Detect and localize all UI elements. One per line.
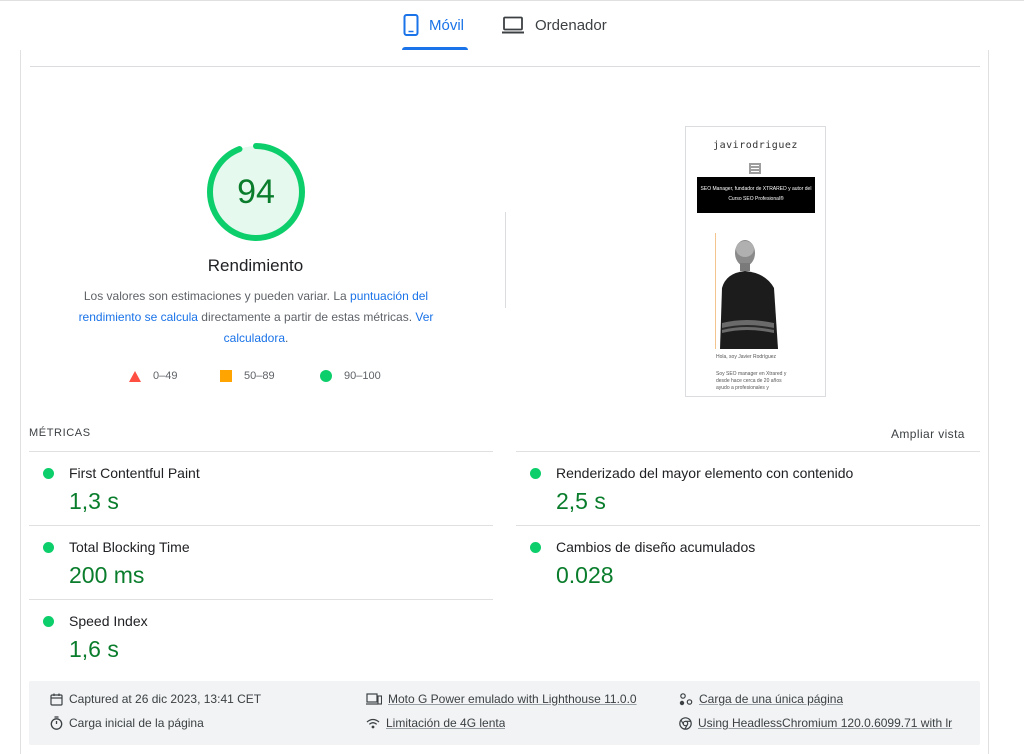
legend-average-label: 50–89 [244, 370, 275, 382]
score-title: Rendimiento [207, 256, 304, 275]
timer-icon [50, 716, 63, 730]
screenshot-banner: SEO Manager, fundador de XTRARED y autor… [697, 177, 815, 213]
pass-dot-icon [43, 468, 54, 479]
device-info[interactable]: Moto G Power emulado with Lighthouse 11.… [366, 692, 637, 706]
nodes-icon [679, 692, 693, 705]
pass-dot-icon [530, 468, 541, 479]
session-info[interactable]: Carga de una única página [679, 692, 843, 706]
expand-view-button[interactable]: Ampliar vista [891, 427, 965, 441]
legend-pass: 90–100 [320, 368, 381, 384]
throttling-info[interactable]: Limitación de 4G lenta [366, 716, 505, 730]
card-divider [30, 66, 980, 67]
score-value: 94 [237, 172, 275, 211]
browser-text: Using HeadlessChromium 120.0.6099.71 wit… [698, 716, 953, 730]
screenshot-greeting: Hola, soy Javier Rodríguez [716, 354, 777, 360]
metric-value: 2,5 s [556, 488, 606, 514]
tab-desktop-label: Ordenador [535, 16, 607, 34]
browser-info[interactable]: Using HeadlessChromium 120.0.6099.71 wit… [679, 716, 955, 730]
devices-icon [366, 693, 382, 705]
metric-name: Cambios de diseño acumulados [556, 539, 756, 555]
square-icon [220, 370, 232, 382]
pass-dot-icon [43, 542, 54, 553]
throttling-text: Limitación de 4G lenta [386, 716, 506, 730]
circle-icon [320, 370, 332, 382]
pass-dot-icon [530, 542, 541, 553]
initial-load-info: Carga inicial de la página [50, 716, 204, 730]
calendar-icon [50, 693, 63, 706]
metric-name: Speed Index [69, 613, 148, 629]
tab-mobile[interactable]: Móvil [403, 0, 464, 50]
metric-lcp: Renderizado del mayor elemento con conte… [516, 451, 980, 525]
screenshot-intro-2: desde hace cerca de 20 años [716, 378, 782, 384]
metric-value: 0.028 [556, 562, 614, 588]
vertical-separator [505, 212, 506, 308]
pass-dot-icon [43, 616, 54, 627]
laptop-icon [501, 16, 525, 34]
captured-text: Captured at 26 dic 2023, 13:41 CET [69, 692, 262, 706]
metric-tbt: Total Blocking Time 200 ms [29, 525, 493, 599]
tab-desktop[interactable]: Ordenador [501, 0, 607, 50]
initial-load-text: Carga inicial de la página [69, 716, 204, 730]
smartphone-icon [403, 14, 419, 36]
metric-value: 1,3 s [69, 488, 119, 514]
screenshot-intro-1: Soy SEO manager en Xtrared y [716, 371, 787, 377]
metric-name: Total Blocking Time [69, 539, 190, 555]
metric-value: 200 ms [69, 562, 145, 588]
device-tabs: Móvil Ordenador [0, 0, 1024, 50]
screenshot-logo: javirodriguez [713, 140, 798, 151]
legend-pass-label: 90–100 [344, 370, 381, 382]
metric-fcp: First Contentful Paint 1,3 s [29, 451, 493, 525]
run-info-footer: Captured at 26 dic 2023, 13:41 CET Carga… [29, 681, 980, 745]
metric-name: Renderizado del mayor elemento con conte… [556, 465, 854, 481]
report-card: 94 Rendimiento Los valores son estimacio… [20, 50, 989, 754]
screenshot-intro-3: ayudo a profesionales y [716, 385, 769, 391]
legend-fail: 0–49 [129, 368, 177, 384]
device-text: Moto G Power emulado with Lighthouse 11.… [388, 692, 637, 706]
tab-mobile-label: Móvil [429, 16, 465, 34]
triangle-icon [129, 370, 141, 382]
chrome-icon [679, 716, 692, 730]
hamburger-menu-icon [749, 163, 761, 174]
session-text: Carga de una única página [699, 692, 844, 706]
metric-speed-index: Speed Index 1,6 s [29, 599, 493, 673]
legend-average: 50–89 [220, 368, 275, 384]
person-photo [716, 233, 788, 349]
metric-value: 1,6 s [69, 636, 119, 662]
score-desc-period: . [285, 331, 289, 345]
score-desc-text: Los valores son estimaciones y pueden va… [83, 289, 351, 303]
legend-fail-label: 0–49 [153, 370, 178, 382]
metric-name: First Contentful Paint [69, 465, 200, 481]
score-desc-text-2: directamente a partir de estas métricas. [197, 310, 416, 324]
metrics-section-title: MÉTRICAS [29, 427, 91, 439]
page-screenshot: javirodriguez SEO Manager, fundador de X… [685, 126, 826, 397]
wifi-icon [366, 718, 380, 728]
metric-cls: Cambios de diseño acumulados 0.028 [516, 525, 980, 599]
score-description: Los valores son estimaciones y pueden va… [73, 286, 439, 349]
captured-info: Captured at 26 dic 2023, 13:41 CET [50, 692, 261, 706]
